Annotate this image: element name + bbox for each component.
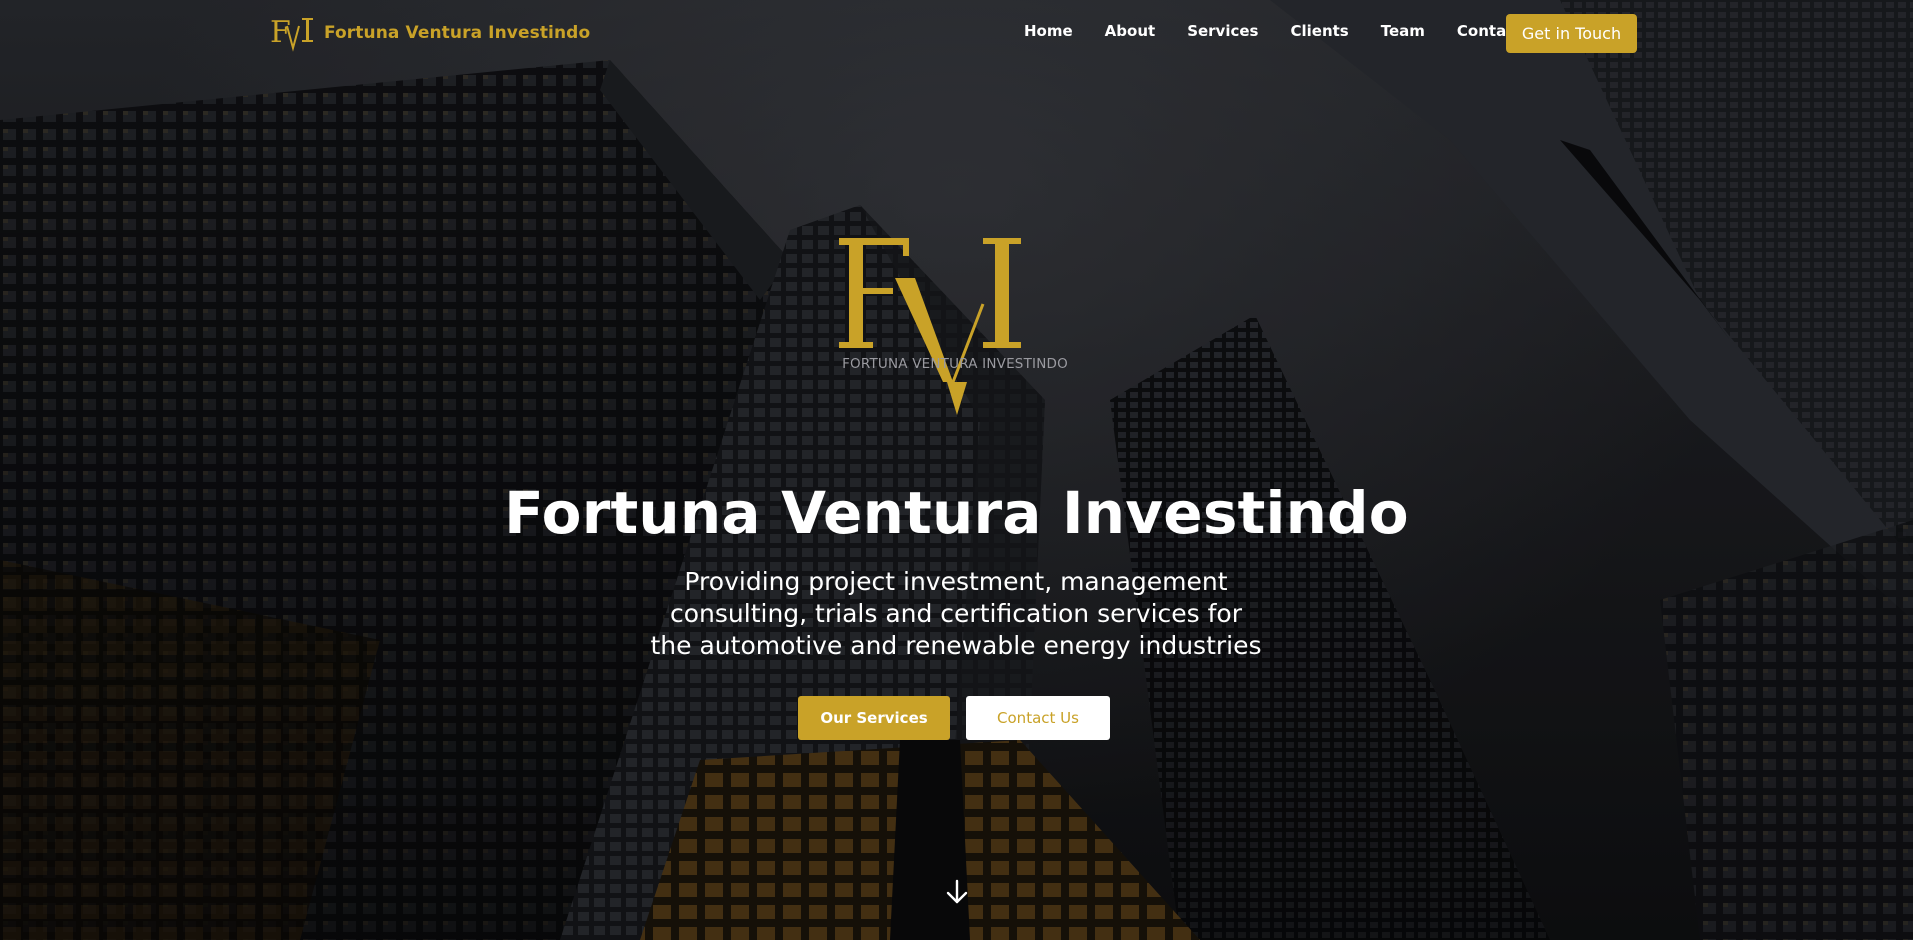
fvi-large-logo-icon — [839, 238, 1021, 415]
nav-link-clients[interactable]: Clients — [1290, 22, 1348, 40]
nav-menu: Home About Services Clients Team Contact — [1024, 22, 1522, 40]
nav-link-home[interactable]: Home — [1024, 22, 1073, 40]
our-services-button[interactable]: Our Services — [798, 696, 950, 740]
brand[interactable]: F Fortuna Ventura Investindo — [270, 13, 590, 53]
contact-us-button[interactable]: Contact Us — [966, 696, 1110, 740]
nav-link-team[interactable]: Team — [1381, 22, 1425, 40]
brand-name: Fortuna Ventura Investindo — [324, 23, 591, 43]
hero-subtitle: Providing project investment, management… — [650, 567, 1262, 660]
nav-link-services[interactable]: Services — [1187, 22, 1258, 40]
background-dim-overlay — [0, 0, 1913, 940]
svg-text:F: F — [270, 15, 291, 50]
hero-title: Fortuna Ventura Investindo — [504, 479, 1409, 547]
hero-logo-caption: FORTUNA VENTURA INVESTINDO — [842, 356, 1068, 372]
hero-section: F Fortuna Ventura Investindo Home About … — [0, 0, 1913, 940]
fvi-monogram-logo-icon: F — [270, 14, 314, 52]
scroll-down-button[interactable] — [942, 877, 972, 907]
nav-link-about[interactable]: About — [1105, 22, 1156, 40]
arrow-down-icon — [946, 879, 968, 904]
hero-logo: FORTUNA VENTURA INVESTINDO — [835, 232, 1075, 417]
get-in-touch-button[interactable]: Get in Touch — [1506, 14, 1637, 53]
top-navbar: F Fortuna Ventura Investindo Home About … — [0, 0, 1913, 68]
